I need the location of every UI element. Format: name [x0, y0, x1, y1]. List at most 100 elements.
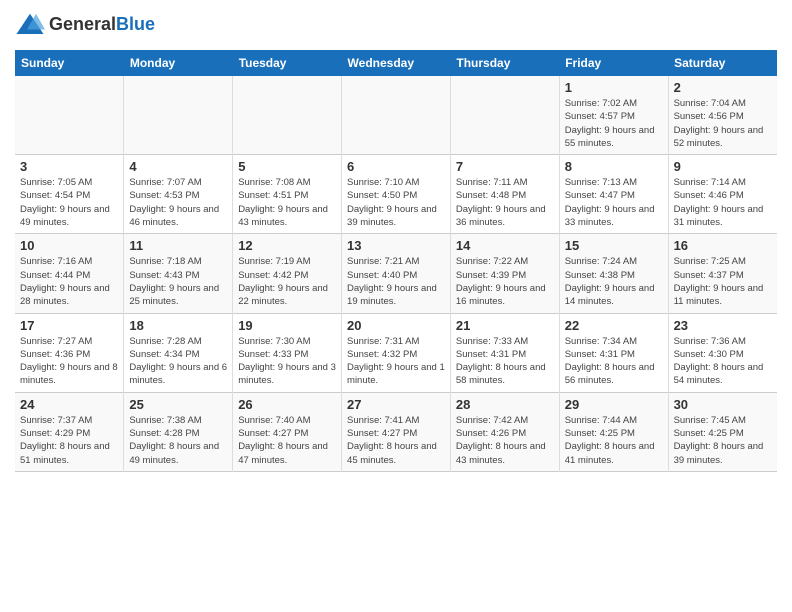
day-cell-5-4: 27 Sunrise: 7:41 AM Sunset: 4:27 PM Dayli… [342, 392, 451, 471]
day-cell-2-3: 5 Sunrise: 7:08 AM Sunset: 4:51 PM Daylig… [233, 155, 342, 234]
day-number: 23 [674, 318, 772, 333]
day-number: 22 [565, 318, 663, 333]
day-cell-1-3 [233, 76, 342, 155]
day-info: Sunrise: 7:41 AM Sunset: 4:27 PM Dayligh… [347, 414, 445, 467]
day-cell-3-5: 14Sunrise: 7:22 AM Sunset: 4:39 PM Dayli… [450, 234, 559, 313]
day-number: 18 [129, 318, 227, 333]
day-number: 7 [456, 159, 554, 174]
day-cell-3-1: 10Sunrise: 7:16 AM Sunset: 4:44 PM Dayli… [15, 234, 124, 313]
day-cell-1-6: 1Sunrise: 7:02 AM Sunset: 4:57 PM Daylig… [559, 76, 668, 155]
day-number: 21 [456, 318, 554, 333]
day-cell-5-2: 25 Sunrise: 7:38 AM Sunset: 4:28 PM Dayli… [124, 392, 233, 471]
day-number: 9 [674, 159, 772, 174]
logo-blue: Blue [116, 14, 155, 34]
day-cell-3-7: 16 Sunrise: 7:25 AM Sunset: 4:37 PM Dayli… [668, 234, 777, 313]
day-number: 27 [347, 397, 445, 412]
day-info: Sunrise: 7:38 AM Sunset: 4:28 PM Dayligh… [129, 414, 227, 467]
day-number: 13 [347, 238, 445, 253]
day-info: Sunrise: 7:37 AM Sunset: 4:29 PM Dayligh… [20, 414, 118, 467]
week-row-1: 1Sunrise: 7:02 AM Sunset: 4:57 PM Daylig… [15, 76, 777, 155]
day-info: Sunrise: 7:31 AM Sunset: 4:32 PM Dayligh… [347, 335, 445, 388]
day-cell-4-4: 20 Sunrise: 7:31 AM Sunset: 4:32 PM Dayli… [342, 313, 451, 392]
col-friday: Friday [559, 50, 668, 76]
day-info: Sunrise: 7:05 AM Sunset: 4:54 PM Dayligh… [20, 176, 118, 229]
calendar-header: GeneralBlue [15, 10, 777, 40]
day-cell-2-4: 6 Sunrise: 7:10 AM Sunset: 4:50 PM Daylig… [342, 155, 451, 234]
day-info: Sunrise: 7:42 AM Sunset: 4:26 PM Dayligh… [456, 414, 554, 467]
day-info: Sunrise: 7:28 AM Sunset: 4:34 PM Dayligh… [129, 335, 227, 388]
day-cell-1-7: 2Sunrise: 7:04 AM Sunset: 4:56 PM Daylig… [668, 76, 777, 155]
day-cell-2-2: 4 Sunrise: 7:07 AM Sunset: 4:53 PM Daylig… [124, 155, 233, 234]
day-cell-5-1: 24Sunrise: 7:37 AM Sunset: 4:29 PM Dayli… [15, 392, 124, 471]
day-cell-4-2: 18 Sunrise: 7:28 AM Sunset: 4:34 PM Dayli… [124, 313, 233, 392]
calendar-container: GeneralBlue Sunday Monday Tuesday Wednes… [0, 0, 792, 482]
day-info: Sunrise: 7:45 AM Sunset: 4:25 PM Dayligh… [674, 414, 772, 467]
day-cell-5-6: 29 Sunrise: 7:44 AM Sunset: 4:25 PM Dayli… [559, 392, 668, 471]
day-number: 5 [238, 159, 336, 174]
day-number: 4 [129, 159, 227, 174]
day-cell-4-1: 17 Sunrise: 7:27 AM Sunset: 4:36 PM Dayli… [15, 313, 124, 392]
day-cell-4-5: 21 Sunrise: 7:33 AM Sunset: 4:31 PM Dayli… [450, 313, 559, 392]
day-info: Sunrise: 7:25 AM Sunset: 4:37 PM Dayligh… [674, 255, 772, 308]
day-number: 12 [238, 238, 336, 253]
day-number: 28 [456, 397, 554, 412]
day-info: Sunrise: 7:27 AM Sunset: 4:36 PM Dayligh… [20, 335, 118, 388]
day-number: 2 [674, 80, 772, 95]
day-cell-4-6: 22 Sunrise: 7:34 AM Sunset: 4:31 PM Dayli… [559, 313, 668, 392]
day-info: Sunrise: 7:33 AM Sunset: 4:31 PM Dayligh… [456, 335, 554, 388]
day-number: 15 [565, 238, 663, 253]
day-cell-5-5: 28 Sunrise: 7:42 AM Sunset: 4:26 PM Dayli… [450, 392, 559, 471]
day-info: Sunrise: 7:07 AM Sunset: 4:53 PM Dayligh… [129, 176, 227, 229]
week-row-3: 10Sunrise: 7:16 AM Sunset: 4:44 PM Dayli… [15, 234, 777, 313]
day-info: Sunrise: 7:24 AM Sunset: 4:38 PM Dayligh… [565, 255, 663, 308]
day-info: Sunrise: 7:19 AM Sunset: 4:42 PM Dayligh… [238, 255, 336, 308]
logo-general: General [49, 14, 116, 34]
day-number: 14 [456, 238, 554, 253]
day-info: Sunrise: 7:16 AM Sunset: 4:44 PM Dayligh… [20, 255, 118, 308]
col-tuesday: Tuesday [233, 50, 342, 76]
day-number: 26 [238, 397, 336, 412]
week-row-5: 24Sunrise: 7:37 AM Sunset: 4:29 PM Dayli… [15, 392, 777, 471]
day-cell-2-6: 8 Sunrise: 7:13 AM Sunset: 4:47 PM Daylig… [559, 155, 668, 234]
day-number: 17 [20, 318, 118, 333]
calendar-thead: Sunday Monday Tuesday Wednesday Thursday… [15, 50, 777, 76]
day-info: Sunrise: 7:08 AM Sunset: 4:51 PM Dayligh… [238, 176, 336, 229]
day-cell-3-4: 13 Sunrise: 7:21 AM Sunset: 4:40 PM Dayli… [342, 234, 451, 313]
day-info: Sunrise: 7:10 AM Sunset: 4:50 PM Dayligh… [347, 176, 445, 229]
day-cell-1-5 [450, 76, 559, 155]
day-cell-2-7: 9Sunrise: 7:14 AM Sunset: 4:46 PM Daylig… [668, 155, 777, 234]
day-info: Sunrise: 7:18 AM Sunset: 4:43 PM Dayligh… [129, 255, 227, 308]
logo: GeneralBlue [15, 10, 155, 40]
day-cell-3-3: 12 Sunrise: 7:19 AM Sunset: 4:42 PM Dayli… [233, 234, 342, 313]
day-number: 6 [347, 159, 445, 174]
day-cell-5-3: 26Sunrise: 7:40 AM Sunset: 4:27 PM Dayli… [233, 392, 342, 471]
logo-text: GeneralBlue [49, 14, 155, 36]
day-number: 29 [565, 397, 663, 412]
day-info: Sunrise: 7:34 AM Sunset: 4:31 PM Dayligh… [565, 335, 663, 388]
day-info: Sunrise: 7:21 AM Sunset: 4:40 PM Dayligh… [347, 255, 445, 308]
col-thursday: Thursday [450, 50, 559, 76]
day-number: 8 [565, 159, 663, 174]
day-info: Sunrise: 7:30 AM Sunset: 4:33 PM Dayligh… [238, 335, 336, 388]
day-cell-3-6: 15 Sunrise: 7:24 AM Sunset: 4:38 PM Dayli… [559, 234, 668, 313]
day-number: 1 [565, 80, 663, 95]
day-number: 25 [129, 397, 227, 412]
day-number: 16 [674, 238, 772, 253]
days-header-row: Sunday Monday Tuesday Wednesday Thursday… [15, 50, 777, 76]
day-number: 20 [347, 318, 445, 333]
calendar-table: Sunday Monday Tuesday Wednesday Thursday… [15, 50, 777, 472]
day-cell-2-1: 3Sunrise: 7:05 AM Sunset: 4:54 PM Daylig… [15, 155, 124, 234]
day-info: Sunrise: 7:11 AM Sunset: 4:48 PM Dayligh… [456, 176, 554, 229]
col-saturday: Saturday [668, 50, 777, 76]
day-cell-2-5: 7 Sunrise: 7:11 AM Sunset: 4:48 PM Daylig… [450, 155, 559, 234]
week-row-2: 3Sunrise: 7:05 AM Sunset: 4:54 PM Daylig… [15, 155, 777, 234]
logo-icon [15, 10, 45, 40]
day-info: Sunrise: 7:36 AM Sunset: 4:30 PM Dayligh… [674, 335, 772, 388]
col-sunday: Sunday [15, 50, 124, 76]
day-info: Sunrise: 7:44 AM Sunset: 4:25 PM Dayligh… [565, 414, 663, 467]
day-cell-3-2: 11Sunrise: 7:18 AM Sunset: 4:43 PM Dayli… [124, 234, 233, 313]
week-row-4: 17 Sunrise: 7:27 AM Sunset: 4:36 PM Dayli… [15, 313, 777, 392]
day-info: Sunrise: 7:13 AM Sunset: 4:47 PM Dayligh… [565, 176, 663, 229]
day-cell-1-1 [15, 76, 124, 155]
calendar-body: 1Sunrise: 7:02 AM Sunset: 4:57 PM Daylig… [15, 76, 777, 471]
